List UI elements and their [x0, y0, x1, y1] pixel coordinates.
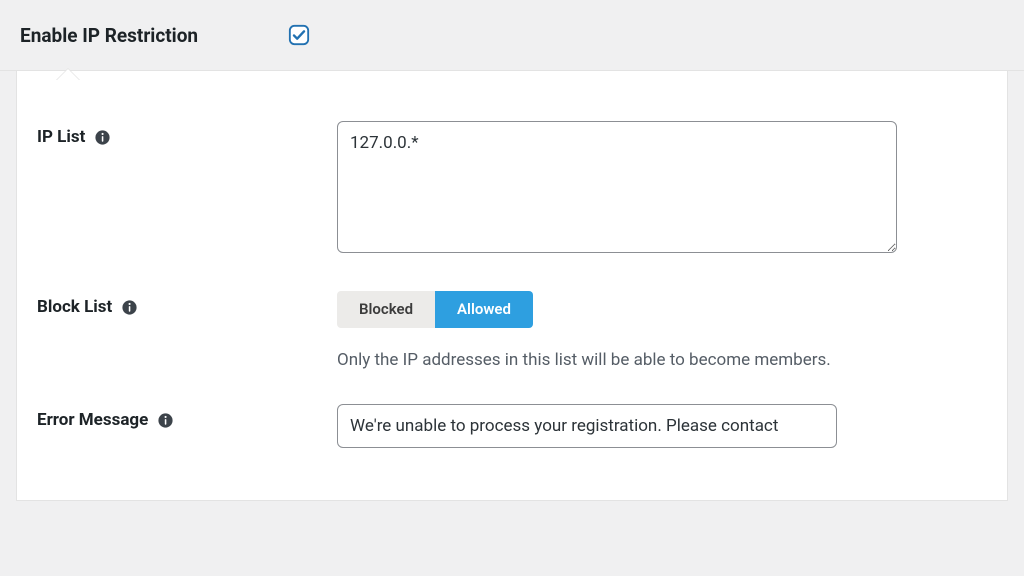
ip-list-label: IP List	[37, 127, 85, 147]
row-block-list: Block List Blocked Allowed Only the IP a…	[37, 291, 987, 370]
error-message-label-wrap: Error Message	[37, 404, 337, 430]
ip-list-label-wrap: IP List	[37, 121, 337, 147]
info-icon[interactable]	[93, 128, 111, 146]
toggle-option-blocked[interactable]: Blocked	[337, 291, 435, 328]
enable-ip-restriction-checkbox[interactable]	[288, 24, 310, 46]
row-error-message: Error Message	[37, 404, 987, 448]
block-list-label-wrap: Block List	[37, 291, 337, 317]
info-icon[interactable]	[156, 411, 174, 429]
info-icon[interactable]	[120, 298, 138, 316]
block-list-label: Block List	[37, 297, 112, 317]
error-message-label: Error Message	[37, 410, 148, 430]
settings-tab-header: Enable IP Restriction	[0, 0, 1024, 71]
block-list-helper-text: Only the IP addresses in this list will …	[337, 350, 897, 370]
row-ip-list: IP List	[37, 121, 987, 257]
toggle-option-allowed[interactable]: Allowed	[435, 291, 533, 328]
ip-list-textarea[interactable]	[337, 121, 897, 253]
enable-ip-restriction-label: Enable IP Restriction	[20, 24, 198, 47]
error-message-input[interactable]	[337, 404, 837, 448]
checkbox-checked-icon	[288, 24, 310, 46]
ip-restriction-panel: IP List Block List Blocked Allowed Only …	[16, 71, 1008, 501]
block-allow-toggle: Blocked Allowed	[337, 291, 533, 328]
